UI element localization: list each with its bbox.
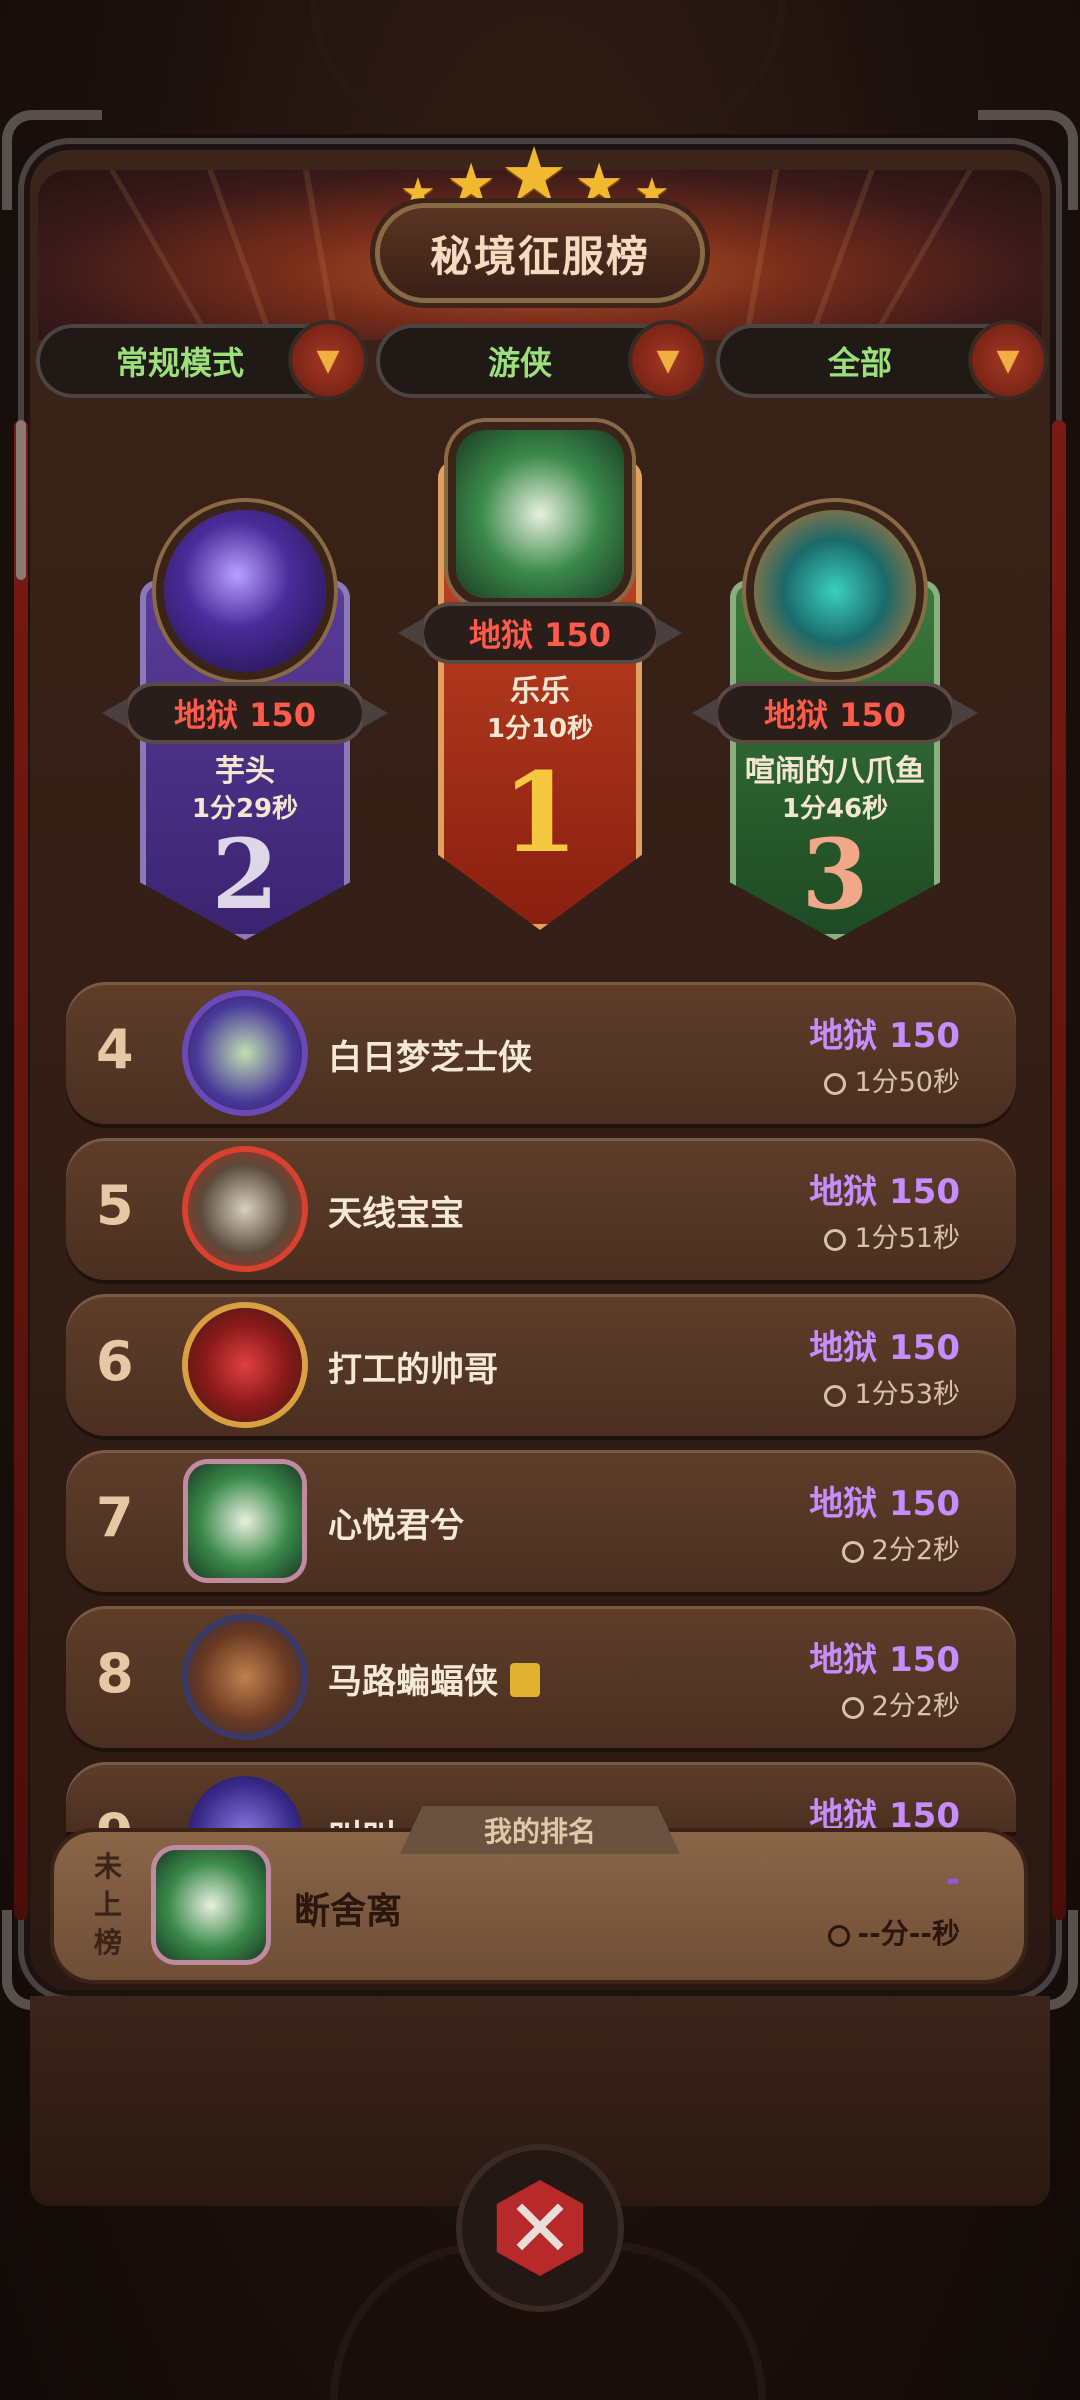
triangle-down-icon: ▼ — [996, 342, 1020, 378]
clear-time: 1分53秒 — [824, 1372, 960, 1411]
player-name: 乐乐 — [510, 674, 570, 709]
difficulty-label: - — [945, 1860, 960, 1900]
player-avatar — [456, 430, 624, 598]
player-avatar — [188, 996, 302, 1110]
player-name: 断舍离 — [294, 1891, 403, 1932]
leaderboard-row[interactable]: 8 马路蝙蝠侠 地狱 150 2分2秒 — [66, 1606, 1016, 1748]
class-dropdown[interactable]: 游侠 ▼ — [380, 324, 704, 396]
player-name: 天线宝宝 — [328, 1194, 464, 1234]
player-avatar — [156, 1850, 266, 1960]
row-rank: 4 — [96, 1018, 134, 1081]
clear-time: --分--秒 — [827, 1912, 960, 1952]
row-rank: 8 — [96, 1642, 134, 1705]
scope-dropdown[interactable]: 全部 ▼ — [720, 324, 1044, 396]
clear-time: 1分50秒 — [824, 1060, 960, 1099]
clock-icon — [841, 1541, 864, 1563]
player-name: 打工的帅哥 — [328, 1350, 498, 1390]
rating-stars: ★ ★ ★ ★ ★ — [400, 130, 680, 219]
difficulty-pill: 地狱 150 — [102, 686, 388, 740]
leaderboard-row[interactable]: 5 天线宝宝 地狱 150 1分51秒 — [66, 1138, 1016, 1280]
row-rank: 5 — [96, 1174, 134, 1237]
difficulty-label: 地狱 150 — [809, 1796, 960, 1832]
scope-dropdown-button[interactable]: ▼ — [972, 324, 1044, 396]
rank-number: 1 — [501, 748, 579, 877]
clock-icon — [827, 1925, 850, 1947]
left-rail — [14, 420, 28, 1920]
close-button[interactable]: ✕ — [462, 2150, 618, 2306]
player-name: 马路蝙蝠侠 — [328, 1654, 540, 1703]
difficulty-label: 地狱 150 — [809, 1484, 960, 1524]
podium-rank-1[interactable]: 地狱 150 乐乐 1分10秒 1 — [398, 420, 682, 930]
page-title: 秘境征服榜 — [429, 231, 650, 281]
player-name: 喧闹的八爪鱼 — [745, 754, 925, 789]
difficulty-label: 地狱 150 — [809, 1328, 960, 1368]
difficulty-label: 地狱 150 — [809, 1016, 960, 1056]
right-rail — [1052, 420, 1066, 1920]
clock-icon — [824, 1229, 847, 1251]
difficulty-pill: 地狱 150 — [398, 606, 682, 660]
clear-time: 1分51秒 — [824, 1216, 960, 1255]
badge-icon — [509, 1663, 540, 1697]
star-icon: ★ — [500, 130, 569, 219]
close-icon: ✕ — [496, 2180, 584, 2276]
difficulty-pill: 地狱 150 — [692, 686, 978, 740]
player-avatar — [188, 1308, 302, 1422]
background-ornament-top — [310, 0, 786, 138]
row-rank: 9 — [96, 1802, 134, 1832]
triangle-down-icon: ▼ — [316, 342, 340, 378]
player-avatar — [188, 1776, 302, 1832]
player-name: 芋头 — [215, 754, 275, 789]
row-rank: 6 — [96, 1330, 134, 1393]
leaderboard-row[interactable]: 4 白日梦芝士侠 地狱 150 1分50秒 — [66, 982, 1016, 1124]
player-avatar — [188, 1620, 302, 1734]
my-rank-tab: 我的排名 — [400, 1806, 680, 1854]
player-name: 叫叫 — [328, 1810, 396, 1832]
clock-icon — [824, 1385, 847, 1407]
rank-number: 2 — [211, 818, 279, 931]
podium-rank-3[interactable]: 地狱 150 喧闹的八爪鱼 1分46秒 3 — [692, 500, 978, 940]
difficulty-label: 地狱 150 — [809, 1172, 960, 1212]
player-avatar — [164, 510, 326, 672]
rank-number: 3 — [801, 818, 869, 931]
triangle-down-icon: ▼ — [656, 342, 680, 378]
mode-dropdown[interactable]: 常规模式 ▼ — [40, 324, 364, 396]
leaderboard-row[interactable]: 6 打工的帅哥 地狱 150 1分53秒 — [66, 1294, 1016, 1436]
clock-icon — [841, 1697, 864, 1719]
my-rank-card[interactable]: 未 上 榜 断舍离 - --分--秒 — [54, 1832, 1024, 1980]
player-avatar — [754, 510, 916, 672]
player-avatar — [188, 1152, 302, 1266]
clear-time: 2分2秒 — [841, 1684, 960, 1723]
clear-time: 2分2秒 — [841, 1528, 960, 1567]
mode-dropdown-button[interactable]: ▼ — [292, 324, 364, 396]
player-name: 心悦君兮 — [328, 1506, 464, 1546]
difficulty-label: 地狱 150 — [809, 1640, 960, 1680]
clear-time: 1分10秒 — [486, 714, 594, 744]
player-avatar — [188, 1464, 302, 1578]
leaderboard-row[interactable]: 7 心悦君兮 地狱 150 2分2秒 — [66, 1450, 1016, 1592]
unranked-label: 未 上 榜 — [93, 1850, 122, 1959]
row-rank: 7 — [96, 1486, 134, 1549]
podium-rank-2[interactable]: 地狱 150 芋头 1分29秒 2 — [102, 500, 388, 940]
scrollbar-thumb[interactable] — [16, 420, 26, 580]
class-dropdown-button[interactable]: ▼ — [632, 324, 704, 396]
page-title-plate: 秘境征服榜 — [380, 208, 700, 298]
clock-icon — [824, 1073, 847, 1095]
player-name: 白日梦芝士侠 — [328, 1038, 532, 1078]
